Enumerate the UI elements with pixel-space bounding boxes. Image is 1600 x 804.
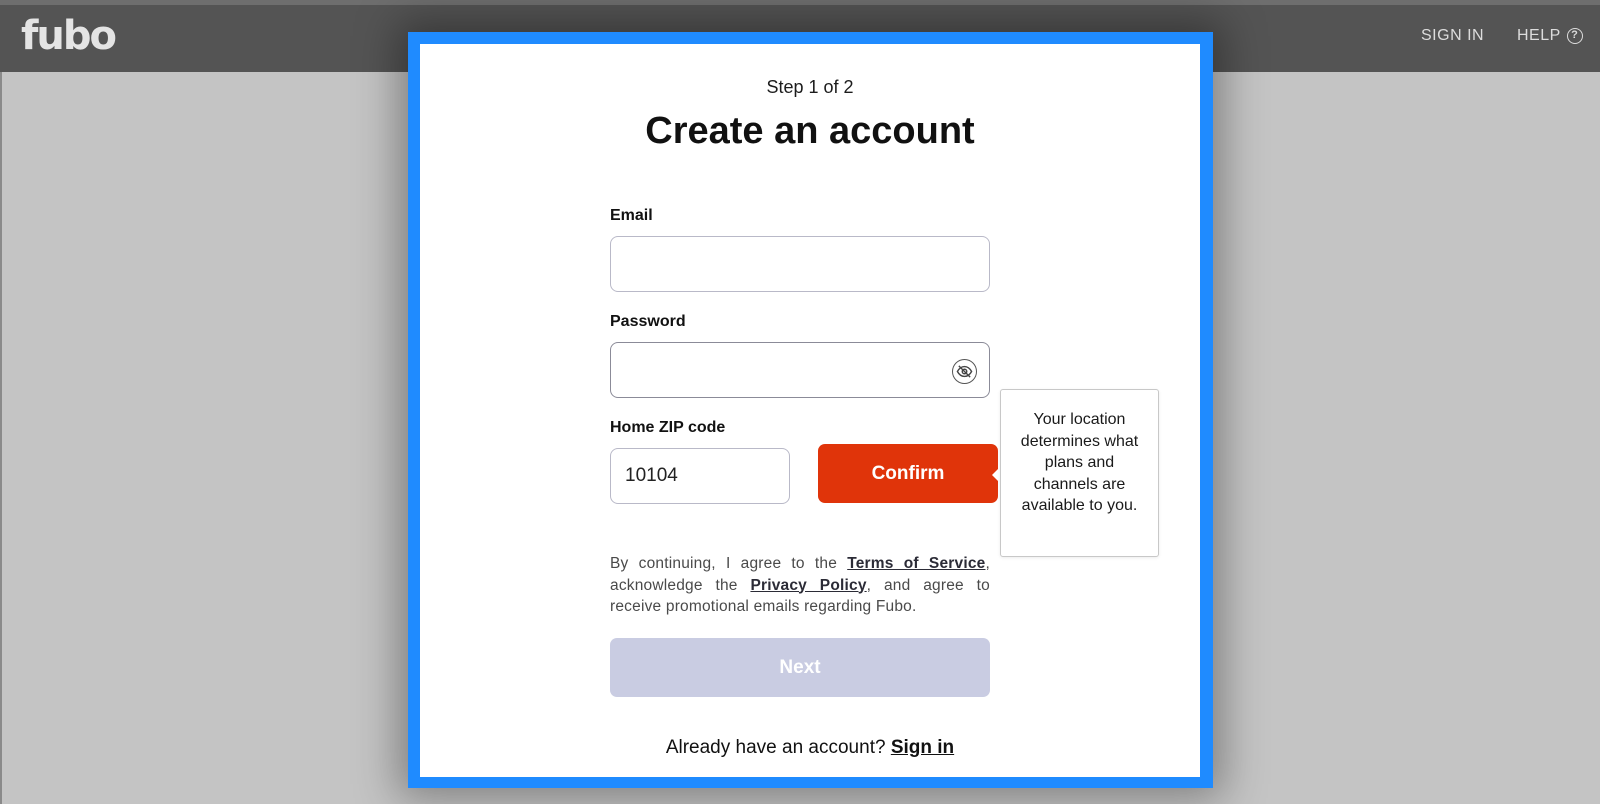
email-field[interactable] <box>610 236 990 292</box>
privacy-policy-link[interactable]: Privacy Policy <box>750 577 866 594</box>
zip-label: Home ZIP code <box>610 419 726 436</box>
step-indicator: Step 1 of 2 <box>766 77 854 97</box>
page-title: Create an account <box>645 110 975 152</box>
email-label: Email <box>610 207 653 224</box>
header-help-link[interactable]: HELP ? <box>1517 27 1583 45</box>
password-field[interactable] <box>610 342 990 398</box>
already-have-account: Already have an account? Sign in <box>420 737 1200 759</box>
sign-in-link[interactable]: Sign in <box>891 737 954 758</box>
fubo-logo[interactable]: fubo <box>21 13 117 59</box>
eye-off-icon <box>956 365 973 378</box>
terms-of-service-link[interactable]: Terms of Service <box>847 555 985 572</box>
tooltip-arrow <box>992 467 1000 483</box>
help-icon: ? <box>1566 28 1583 44</box>
confirm-button[interactable]: Confirm <box>818 444 998 503</box>
create-account-modal: Step 1 of 2 Create an account Email Pass… <box>420 44 1200 777</box>
legal-text: By continuing, I agree to the Terms of S… <box>610 553 990 618</box>
password-label: Password <box>610 313 686 330</box>
legal-text-part: By continuing, I agree to the <box>610 555 848 572</box>
location-tooltip: Your location determines what plans and … <box>1000 389 1159 557</box>
already-have-account-text: Already have an account? <box>665 737 891 758</box>
next-button[interactable]: Next <box>610 638 990 697</box>
zip-field[interactable] <box>610 448 790 504</box>
modal-frame: Step 1 of 2 Create an account Email Pass… <box>408 32 1213 788</box>
help-label: HELP <box>1517 27 1561 44</box>
page-edge <box>0 72 2 804</box>
toggle-password-visibility-button[interactable] <box>952 359 977 384</box>
header-sign-in-link[interactable]: SIGN IN <box>1421 27 1484 45</box>
